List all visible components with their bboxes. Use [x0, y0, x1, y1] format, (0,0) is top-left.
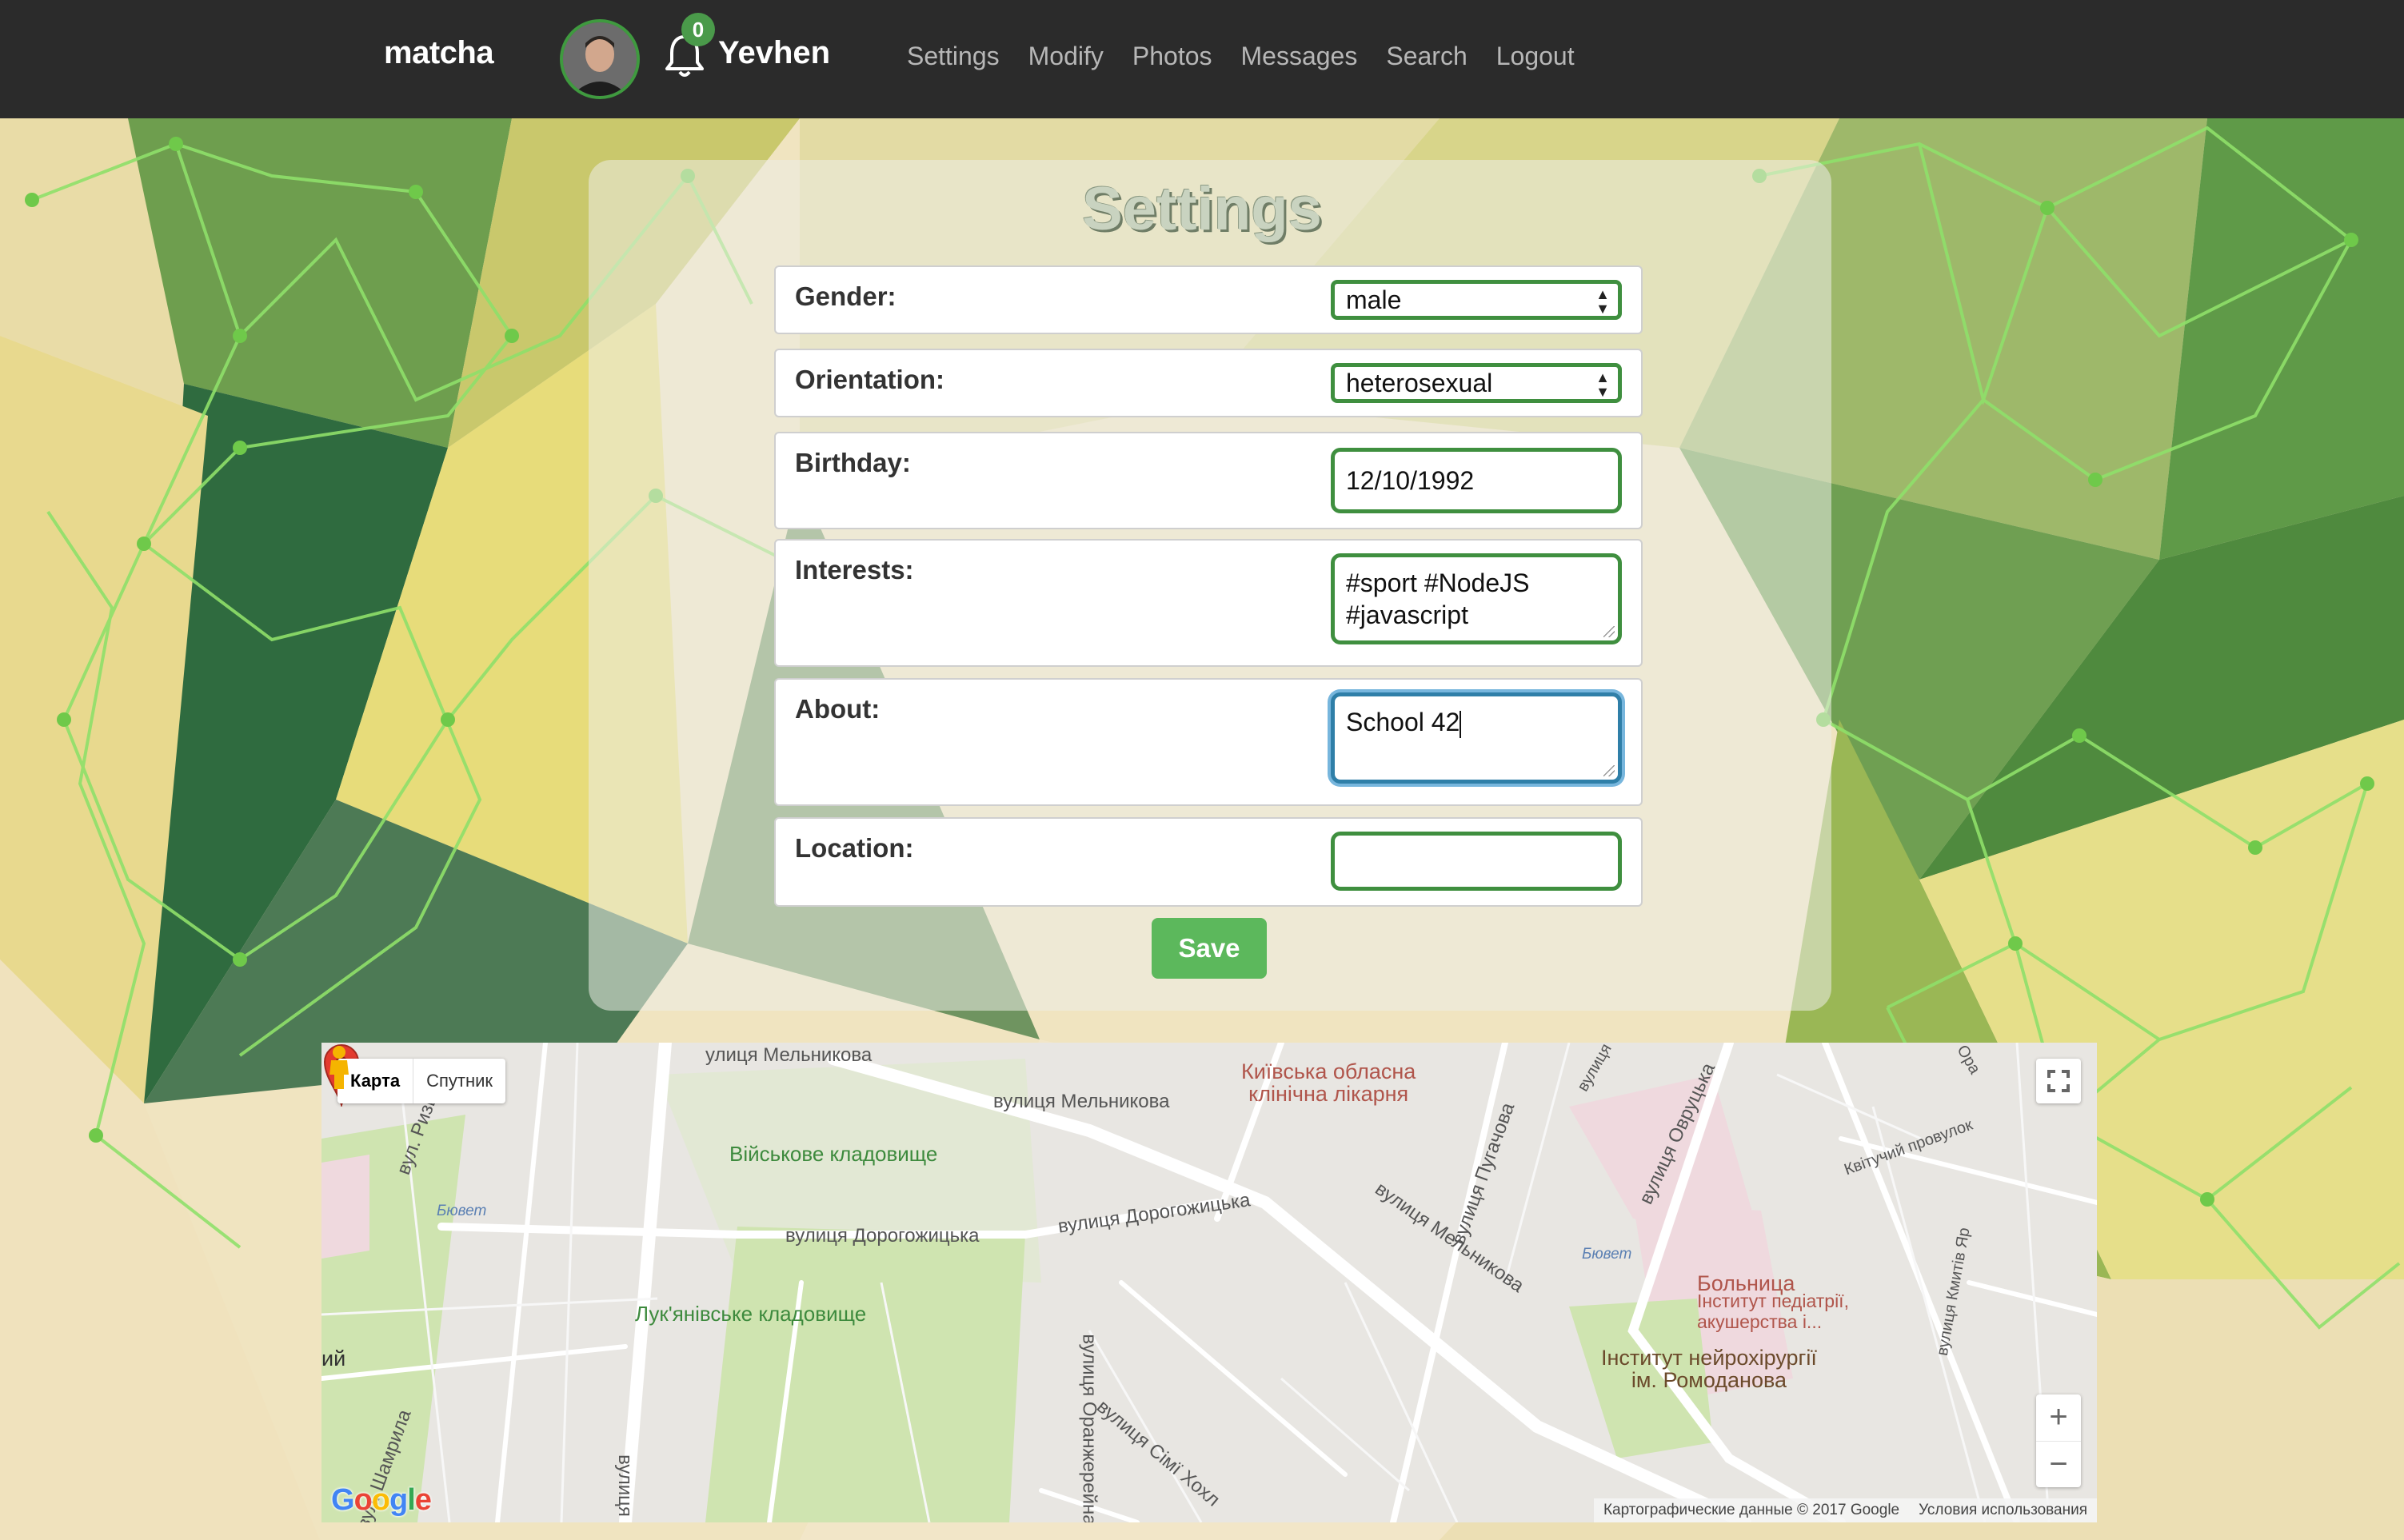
page-title: Settings [1082, 175, 1322, 243]
map-label: Бювет [1582, 1246, 1632, 1263]
about-value: School 42 [1346, 708, 1460, 736]
brand-logo[interactable]: matcha [384, 35, 494, 71]
location-map[interactable]: улиця Мельникова вулиця Мельникова вулиц… [321, 1043, 2097, 1522]
nav-modify[interactable]: Modify [1028, 42, 1104, 71]
about-label: About: [795, 694, 881, 724]
nav-links: Settings Modify Photos Messages Search L… [907, 42, 1575, 71]
fullscreen-button[interactable] [2036, 1059, 2081, 1103]
about-textarea[interactable]: School 42 [1331, 692, 1622, 784]
interests-line-1: #sport #NodeJS [1346, 569, 1530, 597]
zoom-out-icon[interactable]: − [2036, 1442, 2081, 1488]
nav-logout[interactable]: Logout [1496, 42, 1575, 71]
map-label: клінічна лікарня [1248, 1082, 1409, 1106]
resize-grip-icon[interactable] [1603, 626, 1615, 637]
map-attribution: Картографические данные © 2017 Google [1603, 1502, 1900, 1518]
nav-photos[interactable]: Photos [1132, 42, 1212, 71]
birthday-input[interactable]: 12/10/1992 [1331, 448, 1622, 513]
birthday-label: Birthday: [795, 448, 911, 477]
map-label: улиця Мельникова [705, 1044, 873, 1066]
interests-row: Interests: #sport #NodeJS #javascript [774, 539, 1643, 667]
navbar: matcha 0 Yevhen Settings Modify Photos M… [0, 0, 2404, 118]
avatar[interactable] [560, 19, 640, 99]
map-label: Київська обласна [1241, 1059, 1416, 1083]
map-label: акушерства і... [1697, 1311, 1823, 1332]
map-label: вулиця Мельникова [993, 1091, 1170, 1112]
birthday-row: Birthday: 12/10/1992 [774, 432, 1643, 529]
text-caret [1460, 710, 1462, 738]
map-label: Інститут педіатрії, [1697, 1291, 1849, 1311]
nav-messages[interactable]: Messages [1241, 42, 1358, 71]
orientation-value: heterosexual [1346, 369, 1493, 397]
map-terms-link[interactable]: Условия использования [1919, 1498, 2087, 1522]
nav-search[interactable]: Search [1386, 42, 1467, 71]
select-arrows-icon: ▲ ▼ [1595, 286, 1610, 317]
map-canvas[interactable] [321, 1043, 2097, 1522]
gender-select[interactable]: male ▲ ▼ [1331, 280, 1622, 320]
save-button[interactable]: Save [1152, 918, 1267, 979]
username[interactable]: Yevhen [718, 35, 830, 71]
location-input[interactable] [1331, 832, 1622, 891]
map-label-pediatrics: Інститут педіатрії, акушерства і... [1697, 1291, 1849, 1332]
map-type-satellite-button[interactable]: Спутник [413, 1059, 505, 1103]
pegman-icon[interactable] [321, 1043, 357, 1091]
orientation-select[interactable]: heterosexual ▲ ▼ [1331, 363, 1622, 403]
orientation-row: Orientation: heterosexual ▲ ▼ [774, 349, 1643, 417]
map-label: Інститут нейрохірургії [1601, 1346, 1817, 1370]
map-type-control: Карта Спутник [337, 1059, 506, 1103]
gender-label: Gender: [795, 281, 897, 311]
about-row: About: School 42 [774, 678, 1643, 806]
map-label: вулиця Дорогожицька [785, 1225, 980, 1247]
gender-value: male [1346, 285, 1402, 314]
resize-grip-icon[interactable] [1603, 765, 1615, 776]
notification-badge: 0 [681, 13, 715, 46]
map-label-neuro: Інститут нейрохірургії ім. Ромоданова [1601, 1347, 1817, 1391]
map-label: вулиця [613, 1454, 636, 1517]
avatar-image [563, 22, 637, 96]
birthday-value: 12/10/1992 [1346, 466, 1475, 495]
map-label-hospital: Київська обласна клінічна лікарня [1241, 1060, 1416, 1105]
map-label: ім. Ромоданова [1631, 1368, 1787, 1392]
map-label: Військове кладовище [729, 1142, 938, 1166]
location-label: Location: [795, 833, 914, 863]
location-row: Location: [774, 817, 1643, 907]
map-label: ий [321, 1347, 346, 1370]
orientation-label: Orientation: [795, 365, 944, 394]
nav-settings[interactable]: Settings [907, 42, 1000, 71]
fullscreen-icon [2047, 1070, 2070, 1092]
select-arrows-icon: ▲ ▼ [1595, 369, 1610, 400]
map-label: Лук'янівське кладовище [635, 1302, 867, 1326]
map-label: Бювет [437, 1203, 487, 1219]
interests-textarea[interactable]: #sport #NodeJS #javascript [1331, 553, 1622, 644]
interests-line-2: #javascript [1346, 600, 1468, 629]
map-footer: Картографические данные © 2017 Google Ус… [1593, 1498, 2097, 1522]
gender-row: Gender: male ▲ ▼ [774, 265, 1643, 334]
google-logo: Google [331, 1483, 432, 1517]
interests-label: Interests: [795, 555, 914, 584]
zoom-control: + − [2036, 1394, 2081, 1487]
map-label: вулиця Оранжерейна [1078, 1334, 1100, 1522]
zoom-in-icon[interactable]: + [2036, 1394, 2081, 1442]
